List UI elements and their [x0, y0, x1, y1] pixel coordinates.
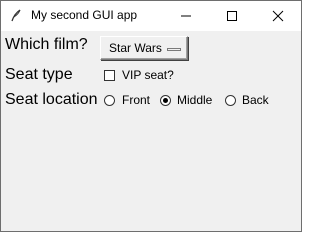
- film-label: Which film?: [5, 36, 88, 53]
- minimize-button[interactable]: [163, 1, 209, 31]
- feather-icon: [9, 9, 23, 23]
- seat-type-label: Seat type: [5, 66, 73, 83]
- window-content: Which film? Star Wars Seat type VIP seat…: [1, 31, 301, 231]
- maximize-icon: [227, 11, 237, 21]
- minimize-icon: [181, 15, 191, 17]
- film-menubutton[interactable]: Star Wars: [100, 36, 188, 60]
- vip-checkbox-label[interactable]: VIP seat?: [122, 68, 174, 82]
- radio-middle[interactable]: [160, 95, 171, 106]
- radio-back[interactable]: [225, 95, 236, 106]
- radio-back-label[interactable]: Back: [242, 93, 269, 107]
- close-button[interactable]: [255, 1, 301, 31]
- seat-location-label: Seat location: [5, 91, 98, 108]
- maximize-button[interactable]: [209, 1, 255, 31]
- radio-front-label[interactable]: Front: [122, 93, 150, 107]
- app-window: My second GUI app Which film? Star Wars …: [0, 0, 302, 232]
- menu-indicator-icon: [167, 48, 181, 51]
- radio-front[interactable]: [104, 95, 115, 106]
- radio-middle-label[interactable]: Middle: [177, 93, 212, 107]
- vip-checkbox[interactable]: [104, 70, 115, 81]
- close-icon: [272, 10, 284, 22]
- title-bar[interactable]: My second GUI app: [1, 1, 301, 31]
- window-title: My second GUI app: [31, 8, 138, 22]
- film-selected-value: Star Wars: [109, 41, 162, 55]
